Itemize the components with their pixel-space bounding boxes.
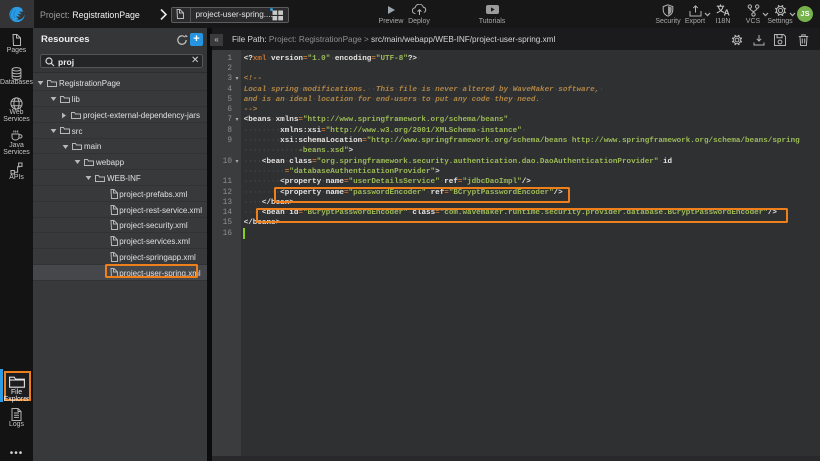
svg-text:A: A: [723, 8, 729, 17]
